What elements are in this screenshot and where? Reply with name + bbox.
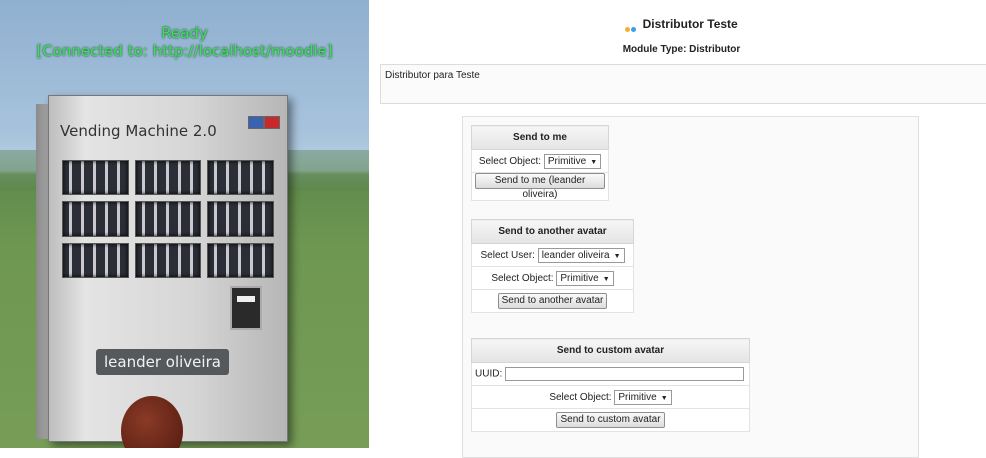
select-object-value: Primitive (560, 272, 599, 284)
distributor-icon (625, 21, 637, 33)
dropdown-arrow-icon: ▼ (602, 275, 610, 283)
status-ready-text: Ready (161, 24, 208, 42)
machine-logo-icon (264, 116, 280, 129)
moodle-page: Distributor Teste Module Type: Distribut… (377, 0, 986, 458)
description-text: Distributor para Teste (385, 70, 480, 81)
send-to-me-form: Send to me Select Object: Primitive ▼ Sen… (471, 125, 609, 201)
product-slot (134, 201, 202, 237)
product-slot (207, 242, 274, 278)
dropdown-arrow-icon: ▼ (590, 158, 598, 166)
product-slot (62, 201, 129, 237)
product-slot (62, 242, 129, 278)
page-title-text: Distributor Teste (642, 17, 738, 31)
product-slot (207, 201, 274, 237)
dropdown-arrow-icon: ▼ (613, 252, 621, 260)
send-to-me-button[interactable]: Send to me (leander oliveira) (475, 173, 605, 200)
page-title: Distributor Teste (377, 17, 986, 33)
send-to-custom-avatar-button[interactable]: Send to custom avatar (556, 412, 665, 428)
uuid-label: UUID: (475, 368, 503, 380)
select-object-value: Primitive (547, 155, 587, 167)
uuid-input[interactable] (505, 367, 745, 381)
product-slot (134, 160, 202, 196)
select-user-label: Select User: (480, 249, 535, 261)
product-slots (62, 160, 274, 278)
dropdown-arrow-icon: ▼ (660, 394, 668, 402)
select-object-label: Select Object: (549, 391, 612, 403)
virtual-world-viewport[interactable]: Ready [Connected to: http://localhost/mo… (0, 0, 369, 448)
product-slot (62, 160, 129, 196)
send-to-another-avatar-header: Send to another avatar (471, 219, 634, 244)
product-slot (134, 242, 202, 278)
select-user-dropdown[interactable]: leander oliveira ▼ (537, 247, 625, 263)
send-to-custom-avatar-form: Send to custom avatar UUID: Select Objec… (471, 338, 750, 432)
send-to-custom-avatar-header: Send to custom avatar (471, 338, 750, 363)
select-object-value: Primitive (618, 391, 657, 403)
select-object-dropdown[interactable]: Primitive ▼ (543, 153, 602, 169)
vending-machine-title: Vending Machine 2.0 (60, 122, 217, 140)
select-user-value: leander oliveira (541, 249, 610, 261)
connection-status-text: [Connected to: http://localhost/moodle] (36, 42, 333, 60)
select-object-label: Select Object: (491, 272, 554, 284)
select-object-label: Select Object: (478, 155, 542, 167)
avatar-name-tag: leander oliveira (96, 349, 229, 375)
send-to-me-header: Send to me (471, 125, 609, 150)
machine-logo-icon (248, 116, 264, 129)
select-object-dropdown[interactable]: Primitive ▼ (614, 389, 672, 405)
payment-panel[interactable] (230, 286, 262, 330)
description-box: Distributor para Teste (380, 64, 986, 104)
send-to-another-avatar-form: Send to another avatar Select User: lean… (471, 219, 634, 313)
send-to-another-avatar-button[interactable]: Send to another avatar (497, 293, 608, 309)
select-object-dropdown[interactable]: Primitive ▼ (556, 270, 614, 286)
product-slot (207, 160, 274, 196)
module-type-label: Module Type: Distributor (622, 44, 741, 55)
